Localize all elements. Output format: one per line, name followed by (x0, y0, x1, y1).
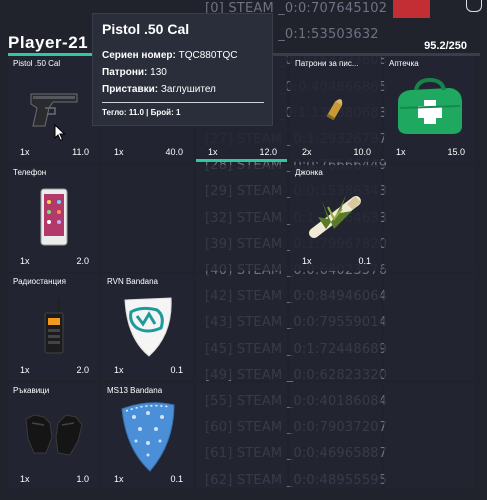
slot-weight: 2.0 (76, 365, 89, 375)
slot-label: Аптечка (389, 59, 419, 68)
inventory-slot-empty[interactable] (384, 165, 475, 271)
inventory-slot-empty[interactable] (196, 274, 287, 380)
tooltip-attachments-value: Заглушител (160, 84, 216, 95)
slot-label: Радиостанция (13, 277, 66, 286)
slot-quantity: 2x (302, 147, 312, 157)
medkit-icon (384, 70, 475, 146)
inventory-slot-empty[interactable] (102, 165, 193, 271)
slot-quantity: 1x (20, 147, 30, 157)
slot-label: Джонка (295, 168, 323, 177)
player-name: Player-21 (8, 33, 89, 52)
slot-weight: 12.0 (259, 147, 277, 157)
tooltip-serial-row: Сериен номер: TQC880TQC (102, 50, 238, 61)
slot-weight: 1.0 (76, 474, 89, 484)
inventory-slot-empty[interactable] (196, 383, 287, 489)
radio-icon (8, 288, 99, 364)
slot-weight: 2.0 (76, 256, 89, 266)
slot-quantity: 1x (20, 474, 30, 484)
inventory-slot-empty[interactable] (384, 383, 475, 489)
background-red-shape (393, 0, 430, 18)
slot-label: Pistol .50 Cal (13, 59, 61, 68)
slot-quantity: 1x (208, 147, 218, 157)
slot-quantity: 1x (20, 365, 30, 375)
slot-weight: 40.0 (165, 147, 183, 157)
gloves-icon (8, 397, 99, 473)
inventory-slot-empty[interactable] (384, 274, 475, 380)
tooltip-divider (102, 102, 264, 103)
inventory-slot-empty[interactable] (290, 383, 381, 489)
tooltip-ammo-value: 130 (150, 67, 167, 78)
slot-weight: 15.0 (447, 147, 465, 157)
slot-label: Патрони за пис... (295, 59, 359, 68)
inventory-slot[interactable]: Джонка 1x 0.1 (290, 165, 381, 271)
inventory-slot[interactable]: Патрони за пис... 2x 10.0 (290, 56, 381, 162)
mouse-cursor-icon (54, 124, 66, 142)
slot-label: Телефон (13, 168, 47, 177)
tooltip-footer: Тегло: 11.0 | Брой: 1 (102, 108, 181, 117)
slot-label: MS13 Bandana (107, 386, 163, 395)
slot-weight: 0.1 (170, 474, 183, 484)
slot-quantity: 1x (114, 365, 124, 375)
inventory-slot-empty[interactable] (290, 274, 381, 380)
tooltip-serial-label: Сериен номер: (102, 50, 176, 61)
inventory-slot[interactable]: MS13 Bandana 1x 0.1 (102, 383, 193, 489)
tooltip-attachments-label: Приставки: (102, 84, 159, 95)
inventory-slot[interactable]: Аптечка 1x 15.0 (384, 56, 475, 162)
ms13-bandana-icon (102, 397, 193, 473)
ammo-icon (290, 70, 381, 146)
slot-weight: 10.0 (353, 147, 371, 157)
slot-quantity: 1x (114, 474, 124, 484)
slot-label: RVN Bandana (107, 277, 158, 286)
tooltip-ammo-label: Патрони: (102, 67, 148, 78)
inventory-slot-empty[interactable] (196, 165, 287, 271)
slot-quantity: 1x (20, 256, 30, 266)
slot-weight: 0.1 (358, 256, 371, 266)
rvn-bandana-icon (102, 288, 193, 364)
tooltip-serial-value: TQC880TQC (178, 50, 238, 61)
slot-label: Ръкавици (13, 386, 50, 395)
slot-quantity: 1x (114, 147, 124, 157)
item-tooltip: Pistol .50 Cal Сериен номер: TQC880TQC П… (92, 13, 273, 126)
inventory-slot[interactable]: RVN Bandana 1x 0.1 (102, 274, 193, 380)
slot-weight: 11.0 (72, 147, 89, 157)
inventory-slot[interactable]: Радиостанция 1x 2.0 (8, 274, 99, 380)
joint-icon (290, 179, 381, 255)
inventory-slot[interactable]: Ръкавици 1x 1.0 (8, 383, 99, 489)
inventory-slot[interactable]: Телефон 1x 2.0 (8, 165, 99, 271)
inventory-slot[interactable]: Pistol .50 Cal 1x 11.0 (8, 56, 99, 162)
background-badge (466, 0, 482, 12)
slot-quantity: 1x (396, 147, 406, 157)
slot-weight: 0.1 (170, 365, 183, 375)
phone-icon (8, 179, 99, 255)
tooltip-ammo-row: Патрони: 130 (102, 67, 167, 78)
slot-quantity: 1x (302, 256, 312, 266)
inventory-weight: 95.2/250 (424, 40, 467, 52)
tooltip-title: Pistol .50 Cal (102, 21, 190, 37)
tooltip-attachments-row: Приставки: Заглушител (102, 84, 216, 95)
slot-durability-bar (196, 159, 287, 162)
